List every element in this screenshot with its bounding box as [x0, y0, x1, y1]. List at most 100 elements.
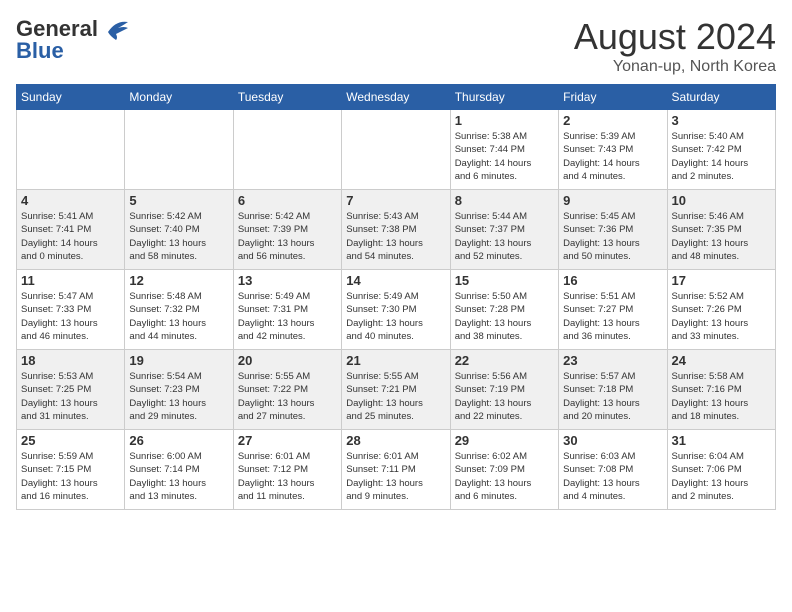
weekday-header-saturday: Saturday	[667, 85, 775, 110]
calendar-cell: 13Sunrise: 5:49 AMSunset: 7:31 PMDayligh…	[233, 270, 341, 350]
day-number: 27	[238, 433, 337, 448]
day-number: 23	[563, 353, 662, 368]
calendar-cell: 17 Sunrise: 5:52 AMSunset: 7:26 PMDayligh…	[667, 270, 775, 350]
weekday-header-friday: Friday	[559, 85, 667, 110]
day-number: 14	[346, 273, 445, 288]
calendar-cell: 22 Sunrise: 5:56 AMSunset: 7:19 PMDayligh…	[450, 350, 558, 430]
calendar-cell: 4 Sunrise: 5:41 AMSunset: 7:41 PMDaylight…	[17, 190, 125, 270]
day-number: 31	[672, 433, 771, 448]
day-detail: Sunrise: 5:39 AMSunset: 7:43 PMDaylight:…	[563, 130, 662, 183]
week-row-4: 18 Sunrise: 5:53 AMSunset: 7:25 PMDayligh…	[17, 350, 776, 430]
week-row-2: 4 Sunrise: 5:41 AMSunset: 7:41 PMDaylight…	[17, 190, 776, 270]
location: Yonan-up, North Korea	[574, 58, 776, 76]
day-number: 13	[238, 273, 337, 288]
calendar-body: 1Sunrise: 5:38 AMSunset: 7:44 PMDaylight…	[17, 110, 776, 510]
weekday-header-sunday: Sunday	[17, 85, 125, 110]
month-title: August 2024	[574, 16, 776, 58]
day-detail: Sunrise: 5:47 AMSunset: 7:33 PMDaylight:…	[21, 290, 120, 343]
day-number: 21	[346, 353, 445, 368]
day-detail: Sunrise: 5:53 AMSunset: 7:25 PMDaylight:…	[21, 370, 120, 423]
day-detail: Sunrise: 5:49 AMSunset: 7:30 PMDaylight:…	[346, 290, 445, 343]
day-number: 30	[563, 433, 662, 448]
day-number: 3	[672, 113, 771, 128]
calendar-cell: 2 Sunrise: 5:39 AMSunset: 7:43 PMDaylight…	[559, 110, 667, 190]
day-detail: Sunrise: 6:03 AMSunset: 7:08 PMDaylight:…	[563, 450, 662, 503]
day-detail: Sunrise: 5:58 AMSunset: 7:16 PMDaylight:…	[672, 370, 771, 423]
day-number: 1	[455, 113, 554, 128]
day-number: 4	[21, 193, 120, 208]
day-number: 18	[21, 353, 120, 368]
day-detail: Sunrise: 5:40 AMSunset: 7:42 PMDaylight:…	[672, 130, 771, 183]
day-number: 24	[672, 353, 771, 368]
day-detail: Sunrise: 6:00 AMSunset: 7:14 PMDaylight:…	[129, 450, 228, 503]
day-detail: Sunrise: 6:01 AMSunset: 7:11 PMDaylight:…	[346, 450, 445, 503]
calendar-cell: 6 Sunrise: 5:42 AMSunset: 7:39 PMDaylight…	[233, 190, 341, 270]
day-detail: Sunrise: 5:54 AMSunset: 7:23 PMDaylight:…	[129, 370, 228, 423]
week-row-5: 25 Sunrise: 5:59 AMSunset: 7:15 PMDayligh…	[17, 430, 776, 510]
day-detail: Sunrise: 5:56 AMSunset: 7:19 PMDaylight:…	[455, 370, 554, 423]
logo-blue-text: Blue	[16, 38, 64, 64]
calendar-cell: 12Sunrise: 5:48 AMSunset: 7:32 PMDayligh…	[125, 270, 233, 350]
calendar-cell: 18 Sunrise: 5:53 AMSunset: 7:25 PMDayligh…	[17, 350, 125, 430]
calendar-cell: 25 Sunrise: 5:59 AMSunset: 7:15 PMDayligh…	[17, 430, 125, 510]
day-number: 9	[563, 193, 662, 208]
page-header: General Blue August 2024 Yonan-up, North…	[16, 16, 776, 76]
calendar-cell: 3 Sunrise: 5:40 AMSunset: 7:42 PMDaylight…	[667, 110, 775, 190]
calendar-header: SundayMondayTuesdayWednesdayThursdayFrid…	[17, 85, 776, 110]
day-detail: Sunrise: 5:41 AMSunset: 7:41 PMDaylight:…	[21, 210, 120, 263]
calendar-table: SundayMondayTuesdayWednesdayThursdayFrid…	[16, 84, 776, 510]
day-detail: Sunrise: 5:51 AMSunset: 7:27 PMDaylight:…	[563, 290, 662, 343]
day-detail: Sunrise: 5:55 AMSunset: 7:21 PMDaylight:…	[346, 370, 445, 423]
day-detail: Sunrise: 6:01 AMSunset: 7:12 PMDaylight:…	[238, 450, 337, 503]
day-number: 8	[455, 193, 554, 208]
calendar-cell	[125, 110, 233, 190]
day-number: 2	[563, 113, 662, 128]
calendar-cell	[17, 110, 125, 190]
weekday-header-monday: Monday	[125, 85, 233, 110]
day-number: 12	[129, 273, 228, 288]
day-number: 7	[346, 193, 445, 208]
week-row-3: 11 Sunrise: 5:47 AMSunset: 7:33 PMDayligh…	[17, 270, 776, 350]
day-number: 20	[238, 353, 337, 368]
weekday-header-wednesday: Wednesday	[342, 85, 450, 110]
week-row-1: 1Sunrise: 5:38 AMSunset: 7:44 PMDaylight…	[17, 110, 776, 190]
calendar-cell: 1Sunrise: 5:38 AMSunset: 7:44 PMDaylight…	[450, 110, 558, 190]
calendar-cell: 28Sunrise: 6:01 AMSunset: 7:11 PMDayligh…	[342, 430, 450, 510]
day-detail: Sunrise: 5:42 AMSunset: 7:40 PMDaylight:…	[129, 210, 228, 263]
day-detail: Sunrise: 5:43 AMSunset: 7:38 PMDaylight:…	[346, 210, 445, 263]
day-number: 16	[563, 273, 662, 288]
weekday-header-tuesday: Tuesday	[233, 85, 341, 110]
calendar-cell: 14 Sunrise: 5:49 AMSunset: 7:30 PMDayligh…	[342, 270, 450, 350]
calendar-cell: 11 Sunrise: 5:47 AMSunset: 7:33 PMDayligh…	[17, 270, 125, 350]
day-number: 25	[21, 433, 120, 448]
calendar-cell: 16 Sunrise: 5:51 AMSunset: 7:27 PMDayligh…	[559, 270, 667, 350]
day-detail: Sunrise: 6:04 AMSunset: 7:06 PMDaylight:…	[672, 450, 771, 503]
calendar-cell: 15Sunrise: 5:50 AMSunset: 7:28 PMDayligh…	[450, 270, 558, 350]
day-number: 11	[21, 273, 120, 288]
day-detail: Sunrise: 5:59 AMSunset: 7:15 PMDaylight:…	[21, 450, 120, 503]
title-block: August 2024 Yonan-up, North Korea	[574, 16, 776, 76]
calendar-cell	[233, 110, 341, 190]
weekday-header-thursday: Thursday	[450, 85, 558, 110]
calendar-cell: 19Sunrise: 5:54 AMSunset: 7:23 PMDayligh…	[125, 350, 233, 430]
day-number: 26	[129, 433, 228, 448]
day-detail: Sunrise: 5:45 AMSunset: 7:36 PMDaylight:…	[563, 210, 662, 263]
calendar-cell: 20Sunrise: 5:55 AMSunset: 7:22 PMDayligh…	[233, 350, 341, 430]
calendar-cell: 26 Sunrise: 6:00 AMSunset: 7:14 PMDayligh…	[125, 430, 233, 510]
calendar-cell: 8Sunrise: 5:44 AMSunset: 7:37 PMDaylight…	[450, 190, 558, 270]
day-number: 6	[238, 193, 337, 208]
calendar-cell: 23Sunrise: 5:57 AMSunset: 7:18 PMDayligh…	[559, 350, 667, 430]
logo-bird-icon	[100, 18, 132, 40]
calendar-cell: 10Sunrise: 5:46 AMSunset: 7:35 PMDayligh…	[667, 190, 775, 270]
day-detail: Sunrise: 6:02 AMSunset: 7:09 PMDaylight:…	[455, 450, 554, 503]
day-number: 17	[672, 273, 771, 288]
calendar-cell: 24 Sunrise: 5:58 AMSunset: 7:16 PMDayligh…	[667, 350, 775, 430]
day-number: 5	[129, 193, 228, 208]
day-number: 15	[455, 273, 554, 288]
day-number: 22	[455, 353, 554, 368]
day-detail: Sunrise: 5:42 AMSunset: 7:39 PMDaylight:…	[238, 210, 337, 263]
day-detail: Sunrise: 5:46 AMSunset: 7:35 PMDaylight:…	[672, 210, 771, 263]
day-detail: Sunrise: 5:52 AMSunset: 7:26 PMDaylight:…	[672, 290, 771, 343]
calendar-cell: 31 Sunrise: 6:04 AMSunset: 7:06 PMDayligh…	[667, 430, 775, 510]
calendar-cell: 29Sunrise: 6:02 AMSunset: 7:09 PMDayligh…	[450, 430, 558, 510]
